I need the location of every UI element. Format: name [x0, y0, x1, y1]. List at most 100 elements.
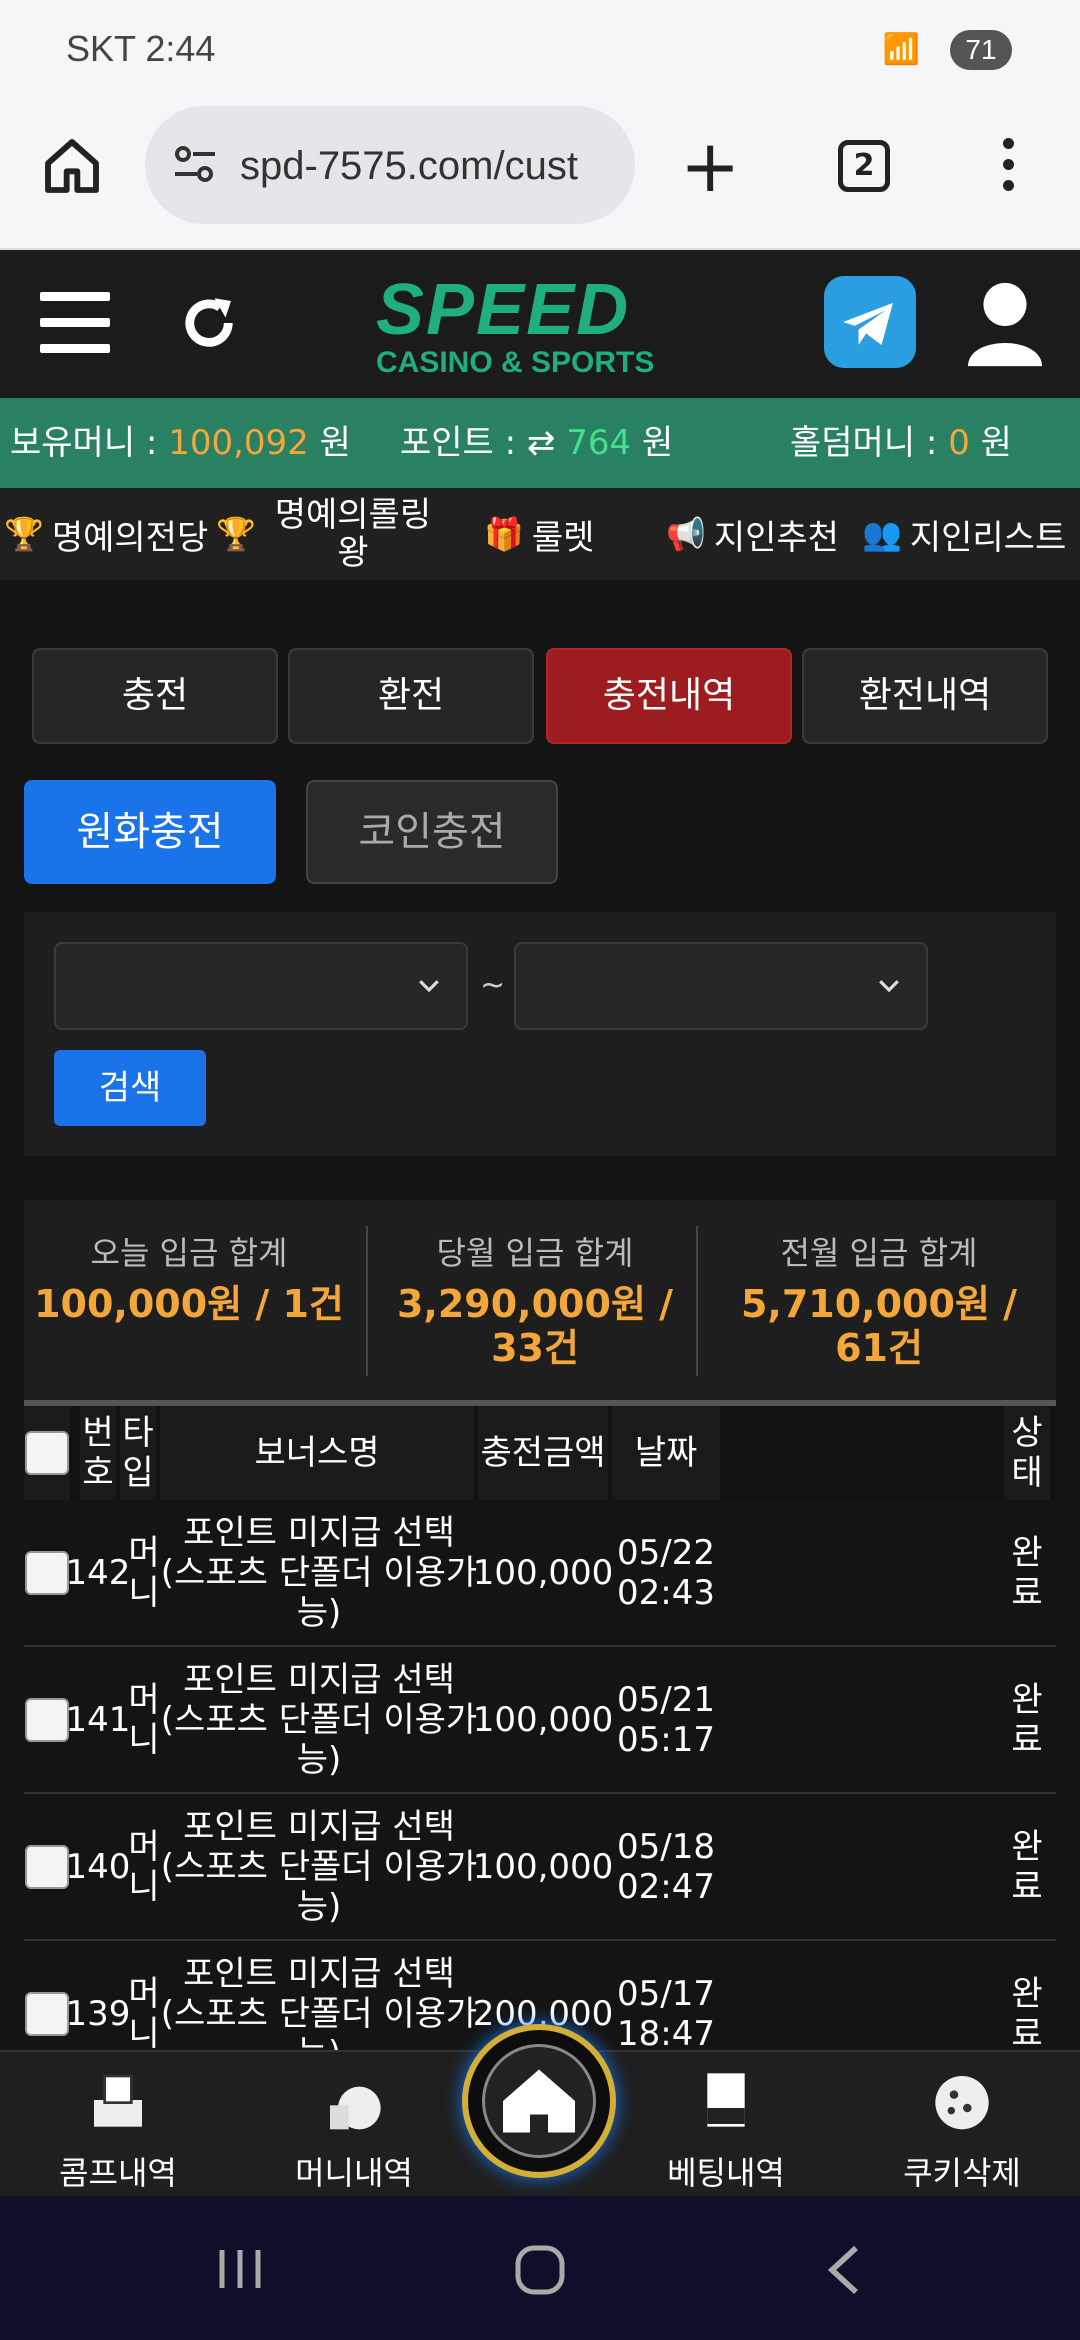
table-row: 141 머니 포인트 미지급 선택 (스포츠 단폴더 이용가능) 100,000 05/… — [24, 1647, 1056, 1794]
tab-deposit-history[interactable]: 충전내역 — [546, 648, 792, 744]
cell-no: 140 — [65, 1846, 131, 1887]
status-time: SKT 2:44 — [66, 28, 216, 69]
cell-bonus: 포인트 미지급 선택 (스포츠 단폴더 이용가능) — [160, 1659, 478, 1780]
row-checkbox[interactable] — [25, 1991, 69, 2036]
nav-comp-history[interactable]: 콤프내역 — [28, 2068, 208, 2194]
search-button[interactable]: 검색 — [54, 1050, 206, 1126]
point-balance[interactable]: 포인트 : ⇄ 764 원 — [400, 398, 673, 488]
chevron-down-icon — [419, 980, 439, 993]
row-checkbox-cell — [24, 1500, 70, 1645]
row-checkbox[interactable] — [25, 1550, 69, 1595]
subtab-krw-deposit[interactable]: 원화충전 — [24, 780, 276, 884]
table-header: 번호 타입 보너스명 충전금액 날짜 상태 — [24, 1400, 1056, 1500]
tab-switcher-button[interactable]: 2 — [838, 140, 890, 192]
users-icon: 👥 — [862, 515, 902, 553]
trophy-icon: 🏆 — [216, 515, 256, 553]
telegram-icon[interactable] — [824, 276, 916, 368]
home-nav-icon[interactable] — [510, 2240, 570, 2300]
point-value: 764 — [566, 423, 632, 463]
cell-status: 완료 — [1011, 1973, 1043, 2051]
money-balance: 보유머니 : 100,092 원 — [10, 423, 351, 463]
cell-no: 142 — [65, 1552, 131, 1593]
holdem-balance: 홀덤머니 : 0 원 — [790, 423, 1012, 463]
cell-amount: 100,000 — [472, 1846, 614, 1887]
tab-deposit[interactable]: 충전 — [32, 648, 278, 744]
exchange-arrows-icon[interactable]: ⇄ — [527, 423, 556, 463]
row-checkbox-cell — [24, 1941, 70, 2050]
cell-amount: 100,000 — [472, 1699, 614, 1740]
home-icon — [503, 2069, 575, 2133]
header-amount: 충전금액 — [478, 1406, 608, 1500]
menu-bar: 🏆 명예의전당 🏆 명예의롤링왕 🎁 룰렛 📢 지인추천 👥 지인리스트 — [0, 488, 1080, 580]
cell-bonus: 포인트 미지급 선택 (스포츠 단폴더 이용가능) — [160, 1806, 478, 1927]
nav-delete-cookies[interactable]: 쿠키삭제 — [872, 2068, 1052, 2194]
cell-type: 머니 — [128, 1532, 160, 1613]
end-date-select[interactable] — [514, 942, 928, 1030]
menu-roulette[interactable]: 🎁 룰렛 — [484, 488, 594, 580]
android-nav-bar — [0, 2196, 1080, 2340]
holdem-value: 0 — [948, 423, 970, 463]
site-header: SPEED CASINO & SPORTS — [0, 252, 1080, 398]
new-tab-icon[interactable]: + — [680, 130, 740, 202]
bet-slip-icon — [707, 2073, 745, 2127]
table-row: 142 머니 포인트 미지급 선택 (스포츠 단폴더 이용가능) 100,000 05/… — [24, 1500, 1056, 1647]
hamburger-menu-icon[interactable] — [40, 292, 110, 353]
cell-date: 05/22 02:43 — [617, 1532, 715, 1613]
date-separator: ~ — [480, 968, 506, 1003]
trophy-icon: 🏆 — [4, 515, 44, 553]
address-bar[interactable]: spd-7575.com/cust — [145, 106, 635, 224]
home-button[interactable] — [462, 2024, 616, 2178]
select-all-checkbox[interactable] — [25, 1431, 69, 1475]
cell-type: 머니 — [128, 1826, 160, 1907]
row-checkbox[interactable] — [25, 1844, 69, 1889]
cookie-icon — [935, 2076, 989, 2130]
megaphone-icon: 📢 — [666, 515, 706, 553]
table-row: 140 머니 포인트 미지급 선택 (스포츠 단폴더 이용가능) 100,000 05/… — [24, 1794, 1056, 1941]
select-all-cell — [24, 1406, 70, 1500]
recent-apps-icon[interactable] — [210, 2244, 270, 2294]
start-date-select[interactable] — [54, 942, 468, 1030]
menu-referral[interactable]: 📢 지인추천 — [666, 488, 839, 580]
date-filter: ~ 검색 — [24, 912, 1056, 1156]
money-bag-icon — [330, 2086, 381, 2130]
balance-bar: 보유머니 : 100,092 원 포인트 : ⇄ 764 원 홀덤머니 : 0 … — [0, 398, 1080, 488]
browser-home-icon[interactable] — [40, 134, 104, 198]
cell-date: 05/17 18:47 — [617, 1973, 715, 2051]
signal-icon: 📶 — [882, 32, 920, 67]
menu-hall-of-fame[interactable]: 🏆 명예의전당 — [4, 488, 208, 580]
cell-bonus: 포인트 미지급 선택 (스포츠 단폴더 이용가능) — [160, 1512, 478, 1633]
cell-status: 완료 — [1011, 1532, 1043, 1613]
subtab-coin-deposit[interactable]: 코인충전 — [306, 780, 558, 884]
summary-divider — [366, 1226, 368, 1376]
tab-withdraw[interactable]: 환전 — [288, 648, 534, 744]
header-no: 번호 — [80, 1406, 116, 1500]
nav-bet-history[interactable]: 베팅내역 — [636, 2068, 816, 2194]
cell-type: 머니 — [128, 1679, 160, 1760]
refresh-icon[interactable] — [176, 290, 242, 356]
money-value: 100,092 — [168, 423, 309, 463]
cell-amount: 100,000 — [472, 1552, 614, 1593]
back-icon[interactable] — [820, 2242, 870, 2298]
deposit-summary: 오늘 입금 합계 100,000원 / 1건 당월 입금 합계 3,290,00… — [24, 1200, 1056, 1400]
logo-main-text: SPEED — [376, 270, 631, 350]
tab-withdraw-history[interactable]: 환전내역 — [802, 648, 1048, 744]
cell-bonus: 포인트 미지급 선택 (스포츠 단폴더 이용가능) — [160, 1953, 478, 2051]
summary-this-month: 당월 입금 합계 3,290,000원 / 33건 — [396, 1234, 674, 1370]
row-checkbox[interactable] — [25, 1697, 69, 1742]
cell-date: 05/21 05:17 — [617, 1679, 715, 1760]
cell-status: 완료 — [1011, 1679, 1043, 1760]
gift-icon: 🎁 — [484, 515, 524, 553]
nav-money-history[interactable]: 머니내역 — [264, 2068, 444, 2194]
header-date: 날짜 — [612, 1406, 720, 1500]
site-logo[interactable]: SPEED CASINO & SPORTS — [376, 274, 706, 384]
main-content: 충전 환전 충전내역 환전내역 원화충전 코인충전 ~ 검색 오늘 입금 합계 … — [0, 580, 1080, 2050]
menu-rolling-king[interactable]: 🏆 명예의롤링왕 — [216, 488, 442, 580]
cell-no: 141 — [65, 1699, 131, 1740]
site-settings-icon[interactable] — [171, 144, 219, 184]
cell-date: 05/18 02:47 — [617, 1826, 715, 1907]
user-icon[interactable] — [968, 278, 1042, 368]
header-status: 상태 — [1004, 1406, 1050, 1500]
more-menu-icon[interactable] — [996, 138, 1020, 198]
menu-referral-list[interactable]: 👥 지인리스트 — [862, 488, 1066, 580]
url-text: spd-7575.com/cust — [240, 144, 578, 188]
